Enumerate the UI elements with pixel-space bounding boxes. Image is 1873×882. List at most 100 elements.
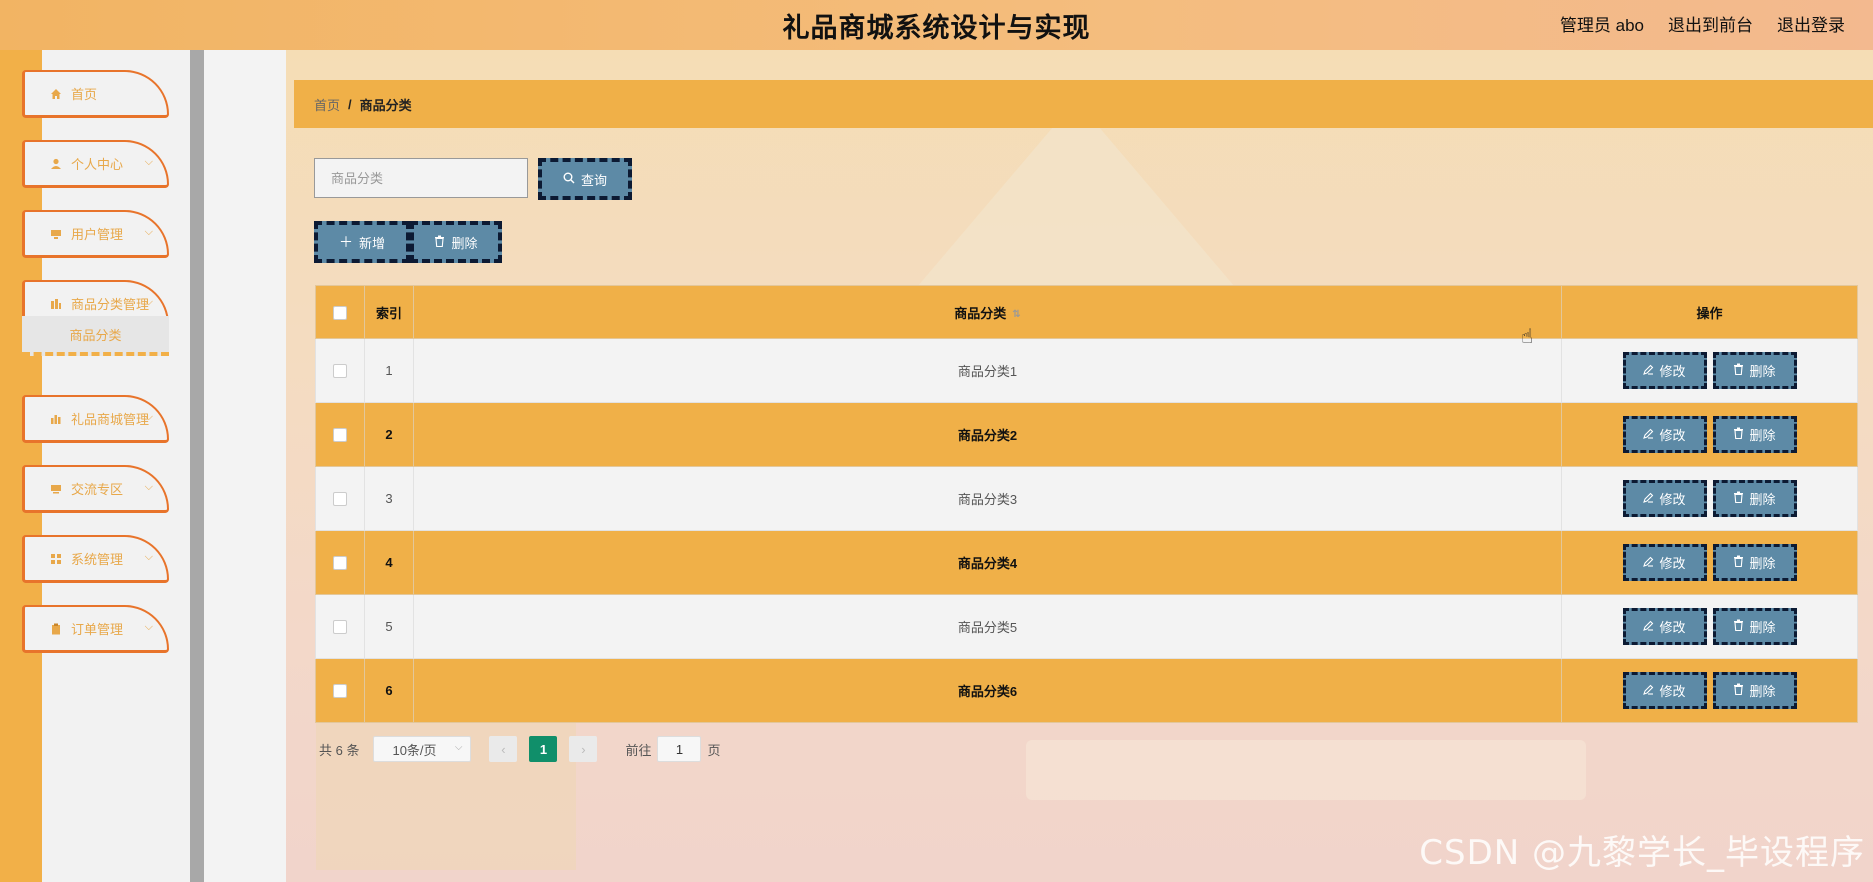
breadcrumb-home[interactable]: 首页 — [314, 95, 340, 114]
chevron-right-icon: › — [581, 741, 586, 757]
category-table: 索引 商品分类 ⇅ 操作 1 商品分类1 修改 删除 2 商品分类2 修改 删除 3 商品分类3 修改… — [315, 285, 1858, 723]
pagination-total: 共 6 条 — [319, 742, 360, 758]
row-select-cell[interactable] — [315, 530, 365, 595]
sidebar-item-system[interactable]: 系统管理 ⌵ — [22, 535, 169, 583]
edit-icon — [1643, 556, 1654, 570]
edit-icon — [1643, 364, 1654, 378]
delete-button[interactable]: 删除 — [1712, 480, 1797, 517]
table-row: 3 商品分类3 修改 删除 — [315, 466, 1858, 531]
edit-button-label: 修改 — [1659, 620, 1686, 635]
edit-button-label: 修改 — [1659, 492, 1686, 507]
admin-name: 管理员 abo — [1559, 16, 1644, 35]
row-checkbox[interactable] — [333, 556, 347, 571]
sidebar-item-orders[interactable]: 订单管理 ⌵ — [22, 605, 169, 653]
delete-button[interactable]: 删除 — [1712, 416, 1797, 453]
header-select-all[interactable] — [315, 285, 365, 339]
sidebar-item-personal[interactable]: 个人中心 ⌵ — [22, 140, 169, 188]
row-checkbox[interactable] — [333, 684, 347, 699]
add-button[interactable]: ＋ 新增 — [314, 221, 410, 263]
row-index: 6 — [364, 658, 414, 723]
header-index: 索引 — [364, 285, 414, 339]
row-category: 商品分类1 — [413, 338, 1562, 403]
row-index: 4 — [364, 530, 414, 595]
edit-button[interactable]: 修改 — [1622, 544, 1707, 581]
exit-to-front-link[interactable]: 退出到前台 — [1668, 11, 1753, 36]
edit-button[interactable]: 修改 — [1622, 416, 1707, 453]
page-size-value: 10条/页 — [392, 742, 437, 758]
top-header: 礼品商城系统设计与实现 管理员 abo 退出到前台 退出登录 — [0, 0, 1873, 50]
sidebar-item-users[interactable]: 用户管理 ⌵ — [22, 210, 169, 258]
row-index: 3 — [364, 466, 414, 531]
trash-icon — [1733, 491, 1744, 506]
sidebar-item-mall-manage[interactable]: 礼品商城管理 ⌵ — [22, 395, 169, 443]
sort-icon[interactable]: ⇅ — [1012, 309, 1020, 320]
delete-button[interactable]: 删除 — [1712, 544, 1797, 581]
delete-button-label: 删除 — [1749, 684, 1776, 699]
hand-cursor-icon: ☝ — [1521, 326, 1534, 348]
row-checkbox[interactable] — [333, 364, 347, 379]
row-select-cell[interactable] — [315, 658, 365, 723]
row-select-cell[interactable] — [315, 338, 365, 403]
row-select-cell[interactable] — [315, 594, 365, 659]
query-button[interactable]: 查询 — [538, 158, 632, 200]
search-input[interactable] — [314, 158, 528, 198]
sidebar-item-label: 礼品商城管理 — [71, 412, 150, 427]
monitor-icon — [49, 482, 63, 496]
delete-button-label: 删除 — [1749, 364, 1776, 379]
row-ops: 修改 删除 — [1561, 594, 1858, 659]
chevron-down-icon: ⌵ — [144, 551, 153, 563]
row-category: 商品分类3 — [413, 466, 1562, 531]
sidebar-item-home[interactable]: 首页 — [22, 70, 169, 118]
row-category: 商品分类6 — [413, 658, 1562, 723]
row-ops: 修改 删除 — [1561, 338, 1858, 403]
edit-button-label: 修改 — [1659, 364, 1686, 379]
chevron-left-icon: ‹ — [501, 741, 506, 757]
page-number-button[interactable]: 1 — [529, 736, 558, 762]
next-page-button[interactable]: › — [569, 736, 598, 762]
header-category[interactable]: 商品分类 ⇅ — [413, 285, 1562, 339]
plus-icon: ＋ — [338, 234, 353, 250]
row-checkbox[interactable] — [333, 492, 347, 507]
header-ops: 操作 — [1561, 285, 1858, 339]
row-select-cell[interactable] — [315, 402, 365, 467]
delete-button[interactable]: 删除 — [1712, 352, 1797, 389]
row-index: 2 — [364, 402, 414, 467]
delete-button[interactable]: 删除 — [1712, 672, 1797, 709]
breadcrumb-current: 商品分类 — [359, 97, 412, 113]
edit-button[interactable]: 修改 — [1622, 672, 1707, 709]
sidebar-subitem-category[interactable]: 商品分类 — [22, 316, 169, 356]
home-icon — [49, 87, 63, 101]
logout-link[interactable]: 退出登录 — [1777, 11, 1845, 36]
breadcrumb-separator: / — [348, 96, 352, 112]
row-checkbox[interactable] — [333, 428, 347, 443]
goto-label: 前往 — [625, 742, 652, 758]
batch-delete-button[interactable]: 删除 — [410, 221, 502, 263]
chevron-down-icon: ⌵ — [144, 226, 153, 238]
trash-icon — [1733, 427, 1744, 442]
sidebar-scrollbar[interactable] — [190, 50, 204, 882]
row-ops: 修改 删除 — [1561, 402, 1858, 467]
header-links: 管理员 abo 退出到前台 退出登录 — [1560, 11, 1845, 36]
add-button-label: 新增 — [358, 235, 385, 251]
sidebar-gap — [204, 50, 286, 882]
sidebar-item-label: 用户管理 — [71, 227, 124, 242]
users-icon — [49, 227, 63, 241]
table-row: 5 商品分类5 修改 删除 — [315, 594, 1858, 659]
edit-icon — [1643, 492, 1654, 506]
delete-button[interactable]: 删除 — [1712, 608, 1797, 645]
edit-button[interactable]: 修改 — [1622, 480, 1707, 517]
chart-bar-icon — [49, 412, 63, 426]
row-select-cell[interactable] — [315, 466, 365, 531]
page-size-select[interactable]: 10条/页 ⌵ — [373, 736, 472, 762]
goto-page-input[interactable] — [657, 736, 702, 762]
prev-page-button[interactable]: ‹ — [489, 736, 518, 762]
background-decoration — [906, 100, 1246, 300]
row-checkbox[interactable] — [333, 620, 347, 635]
search-icon — [563, 171, 575, 187]
edit-button[interactable]: 修改 — [1622, 352, 1707, 389]
select-all-checkbox[interactable] — [333, 305, 347, 320]
edit-button[interactable]: 修改 — [1622, 608, 1707, 645]
table-header-row: 索引 商品分类 ⇅ 操作 — [315, 285, 1858, 339]
table-row: 1 商品分类1 修改 删除 — [315, 338, 1858, 403]
sidebar-item-forum[interactable]: 交流专区 ⌵ — [22, 465, 169, 513]
